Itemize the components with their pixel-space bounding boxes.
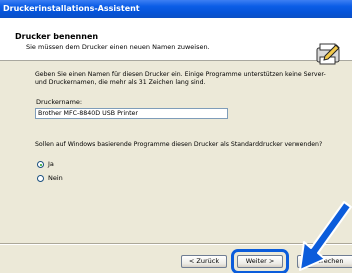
radio-label-nein: Nein	[48, 174, 63, 182]
printer-name-label: Druckername:	[36, 98, 83, 106]
printer-name-input[interactable]: Brother MFC-8840D USB Printer	[35, 108, 228, 119]
title-bar: Druckerinstallations-Assistent	[0, 0, 352, 18]
next-button-highlight	[231, 249, 289, 273]
back-button[interactable]: < Zurück	[181, 255, 227, 268]
radio-button-ja[interactable]	[37, 161, 44, 168]
radio-label-ja: Ja	[48, 160, 54, 168]
wizard-header: Drucker benennen Sie müssen dem Drucker …	[0, 18, 352, 65]
page-subtitle: Sie müssen dem Drucker einen neuen Namen…	[26, 43, 210, 51]
printer-wizard-window: Druckerinstallations-Assistent Drucker b…	[0, 0, 352, 273]
radio-button-nein[interactable]	[37, 175, 44, 182]
pointer-arrow-icon	[299, 201, 352, 271]
intro-text: Geben Sie einen Namen für diesen Drucker…	[35, 71, 326, 86]
page-title: Drucker benennen	[15, 32, 99, 41]
window-title: Druckerinstallations-Assistent	[3, 4, 140, 13]
default-printer-question: Sollen auf Windows basierende Programme …	[35, 141, 323, 148]
